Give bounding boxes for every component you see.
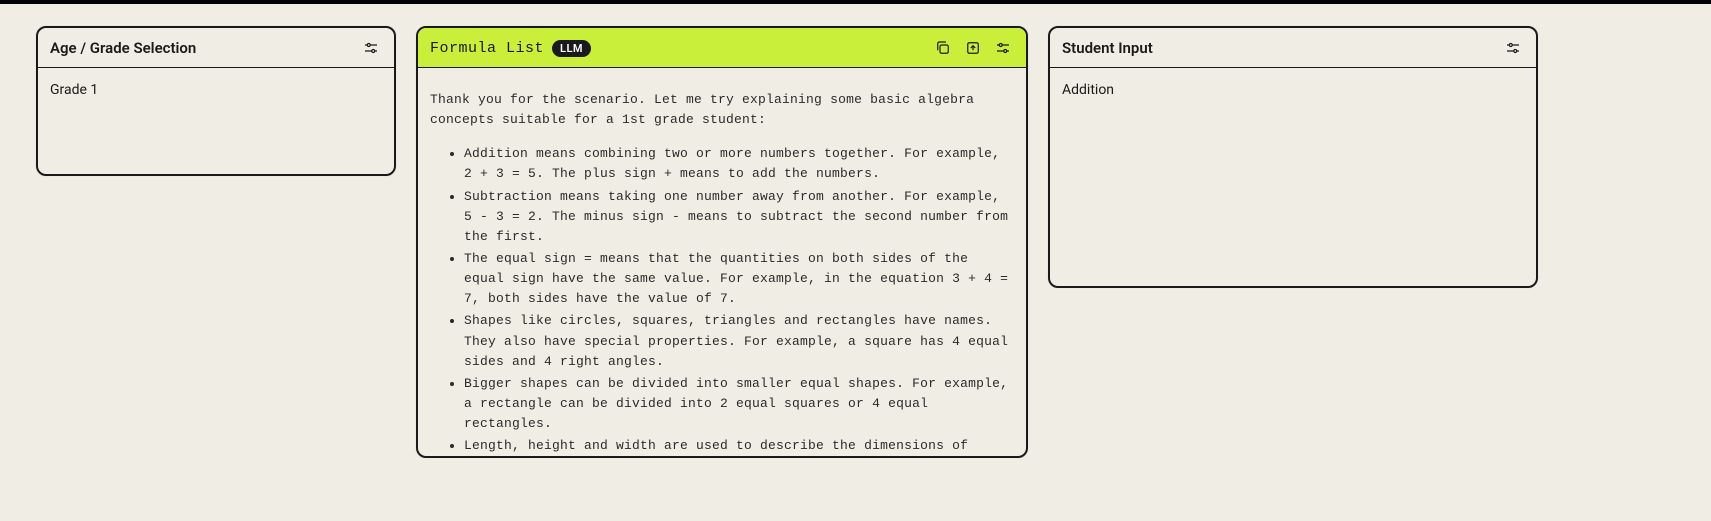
panel-student-input: Student Input Addition [1048, 26, 1538, 288]
formula-bullet-list: Addition means combining two or more num… [430, 144, 1014, 456]
panel-age-header: Age / Grade Selection [38, 28, 394, 68]
list-item: Length, height and width are used to des… [464, 436, 1014, 456]
formula-intro: Thank you for the scenario. Let me try e… [430, 90, 1014, 130]
age-grade-value: Grade 1 [50, 82, 98, 98]
panel-age-grade: Age / Grade Selection Grade 1 [36, 26, 396, 176]
export-icon[interactable] [962, 37, 984, 59]
panel-formula-header: Formula List LLM [418, 28, 1026, 68]
panel-age-title: Age / Grade Selection [50, 39, 196, 57]
settings-icon[interactable] [360, 37, 382, 59]
board: Age / Grade Selection Grade 1 Formula Li… [0, 4, 1711, 480]
list-item: The equal sign = means that the quantiti… [464, 249, 1014, 309]
llm-badge: LLM [552, 40, 591, 57]
panel-formula-list: Formula List LLM Thank you for the scena… [416, 26, 1028, 458]
panel-formula-title: Formula List [430, 40, 544, 57]
panel-student-header: Student Input [1050, 28, 1536, 68]
copy-icon[interactable] [932, 37, 954, 59]
list-item: Subtraction means taking one number away… [464, 187, 1014, 247]
settings-icon[interactable] [992, 37, 1014, 59]
settings-icon[interactable] [1502, 37, 1524, 59]
list-item: Addition means combining two or more num… [464, 144, 1014, 184]
panel-student-body[interactable]: Addition [1050, 68, 1536, 286]
student-input-value: Addition [1062, 82, 1114, 98]
panel-age-body[interactable]: Grade 1 [38, 68, 394, 174]
list-item: Shapes like circles, squares, triangles … [464, 311, 1014, 371]
panel-student-title: Student Input [1062, 39, 1153, 57]
list-item: Bigger shapes can be divided into smalle… [464, 374, 1014, 434]
panel-formula-body: Thank you for the scenario. Let me try e… [418, 68, 1026, 456]
